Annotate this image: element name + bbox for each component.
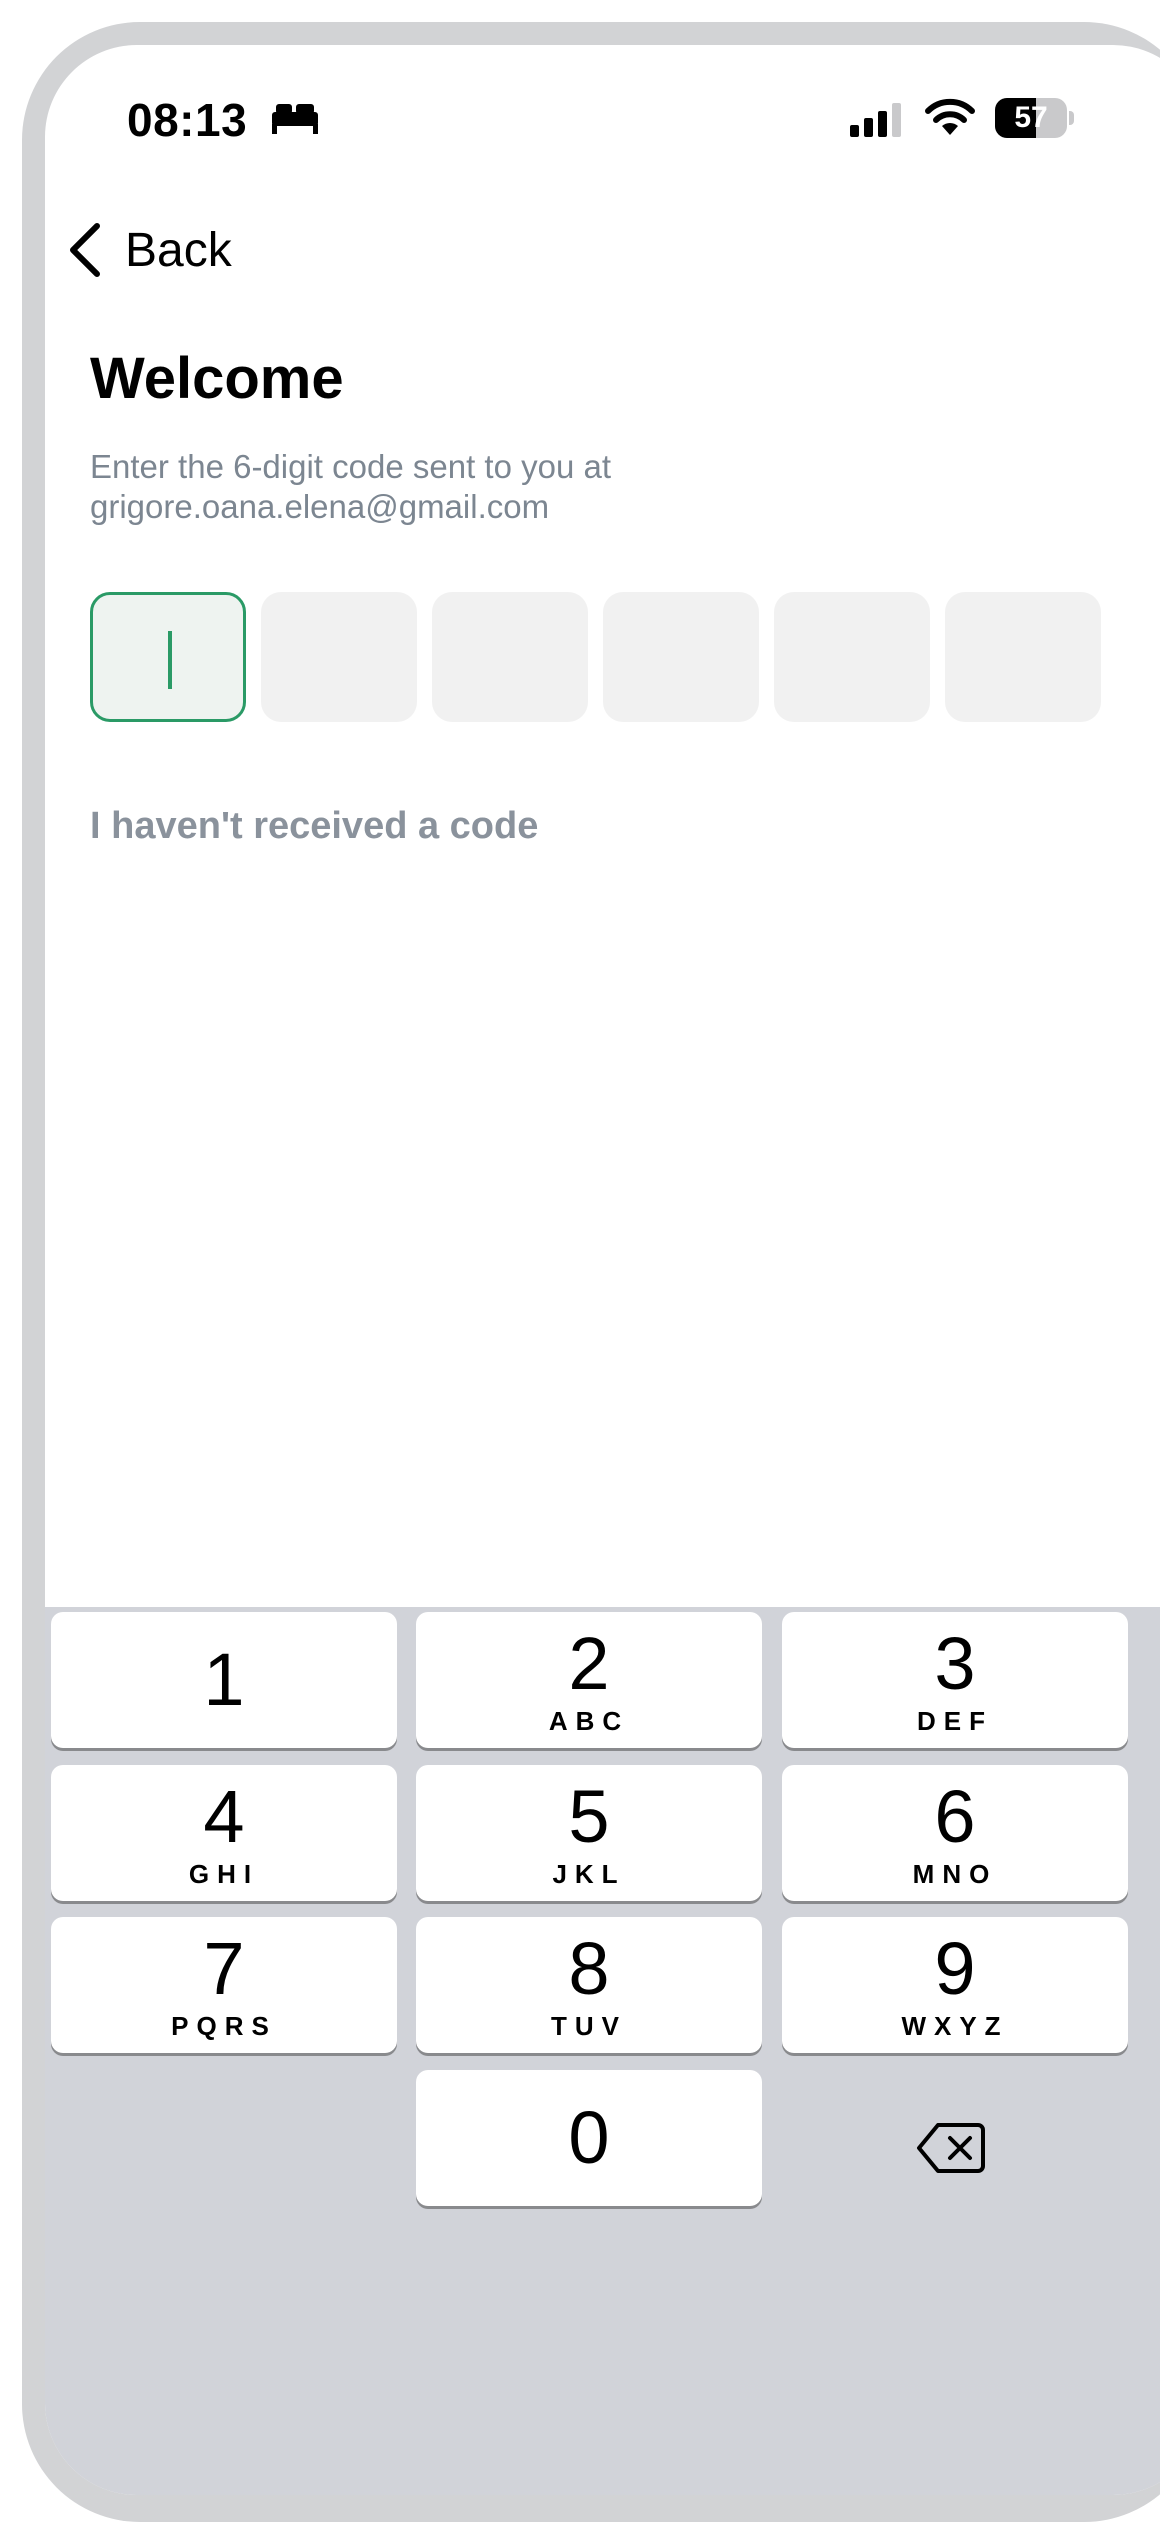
cellular-signal-icon	[850, 103, 901, 137]
battery-icon: 57	[995, 98, 1074, 138]
phone-screen: 08:13 57 Back Welcome Enter the 6-digit …	[45, 45, 1160, 2495]
key-letters: DEF	[917, 1706, 993, 1736]
battery-level: 57	[1014, 101, 1048, 134]
key-8[interactable]: 8 TUV	[416, 1917, 762, 2053]
chevron-left-icon	[70, 223, 100, 277]
key-3[interactable]: 3 DEF	[782, 1612, 1128, 1748]
status-bar: 08:13 57	[45, 45, 1160, 195]
back-label: Back	[125, 223, 232, 277]
key-digit: 7	[203, 1927, 245, 2010]
subtitle-line-1: Enter the 6-digit code sent to you at	[90, 448, 611, 485]
code-input-group	[90, 592, 1101, 722]
wifi-icon	[925, 98, 975, 135]
numeric-keypad: 1 2 ABC 3 DEF 4 GHI 5 JKL 6 MNO 7 PQRS 8…	[45, 1607, 1160, 2495]
key-7[interactable]: 7 PQRS	[51, 1917, 397, 2053]
key-digit: 8	[568, 1927, 610, 2010]
key-2[interactable]: 2 ABC	[416, 1612, 762, 1748]
code-digit-3[interactable]	[432, 592, 588, 722]
resend-code-link[interactable]: I haven't received a code	[90, 805, 538, 848]
key-letters: JKL	[552, 1859, 626, 1889]
code-digit-5[interactable]	[774, 592, 930, 722]
key-digit: 2	[568, 1622, 610, 1705]
key-1[interactable]: 1	[51, 1612, 397, 1748]
code-digit-2[interactable]	[261, 592, 417, 722]
key-4[interactable]: 4 GHI	[51, 1765, 397, 1901]
key-letters: TUV	[551, 2011, 627, 2041]
key-digit: 3	[934, 1622, 976, 1705]
key-9[interactable]: 9 WXYZ	[782, 1917, 1128, 2053]
status-time: 08:13	[127, 94, 248, 146]
key-digit: 1	[203, 1638, 245, 1721]
key-letters: PQRS	[171, 2011, 277, 2041]
key-letters: MNO	[912, 1859, 998, 1889]
key-digit: 0	[568, 2096, 610, 2179]
subtitle-email: grigore.oana.elena@gmail.com	[90, 488, 550, 525]
key-digit: 9	[934, 1927, 976, 2010]
key-digit: 5	[568, 1775, 610, 1858]
bed-icon	[272, 104, 318, 134]
code-digit-1[interactable]	[90, 592, 246, 722]
code-digit-4[interactable]	[603, 592, 759, 722]
page-subtitle: Enter the 6-digit code sent to you at gr…	[90, 447, 990, 527]
key-digit: 4	[203, 1775, 245, 1858]
delete-key[interactable]	[778, 2082, 1124, 2218]
key-digit: 6	[934, 1775, 976, 1858]
code-digit-6[interactable]	[945, 592, 1101, 722]
key-letters: WXYZ	[901, 2011, 1009, 2041]
text-cursor	[168, 631, 172, 689]
key-5[interactable]: 5 JKL	[416, 1765, 762, 1901]
backspace-icon	[917, 2123, 985, 2173]
key-letters: ABC	[548, 1706, 630, 1736]
back-button[interactable]: Back	[65, 205, 232, 295]
key-6[interactable]: 6 MNO	[782, 1765, 1128, 1901]
key-letters: GHI	[188, 1859, 260, 1889]
key-0[interactable]: 0	[416, 2070, 762, 2206]
page-title: Welcome	[90, 346, 344, 411]
